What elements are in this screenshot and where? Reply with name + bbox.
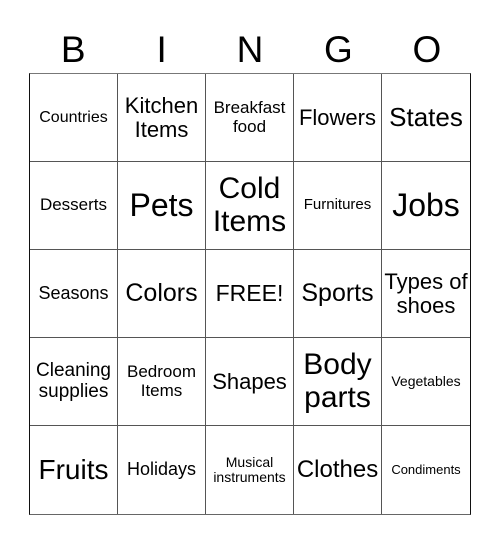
bingo-cell[interactable]: Cold Items bbox=[206, 162, 294, 250]
free-space[interactable]: FREE! bbox=[206, 250, 294, 338]
header-letter-g: G bbox=[324, 29, 353, 70]
header-letter-o: O bbox=[412, 29, 442, 70]
header-letter-b: B bbox=[60, 29, 86, 70]
bingo-cell[interactable]: Colors bbox=[118, 250, 206, 338]
bingo-cell[interactable]: Types of shoes bbox=[382, 250, 470, 338]
bingo-cell[interactable]: States bbox=[382, 74, 470, 162]
bingo-cell[interactable]: Bedroom Items bbox=[118, 338, 206, 426]
bingo-cell[interactable]: Countries bbox=[30, 74, 118, 162]
header-letter-n: N bbox=[236, 29, 264, 70]
bingo-cell[interactable]: Jobs bbox=[382, 162, 470, 250]
bingo-cell[interactable]: Breakfast food bbox=[206, 74, 294, 162]
bingo-cell[interactable]: Vegetables bbox=[382, 338, 470, 426]
bingo-cell[interactable]: Condiments bbox=[382, 426, 470, 514]
bingo-cell[interactable]: Flowers bbox=[294, 74, 382, 162]
header-letter-i: I bbox=[156, 29, 167, 70]
bingo-cell[interactable]: Seasons bbox=[30, 250, 118, 338]
bingo-cell[interactable]: Desserts bbox=[30, 162, 118, 250]
bingo-cell[interactable]: Cleaning supplies bbox=[30, 338, 118, 426]
bingo-cell[interactable]: Sports bbox=[294, 250, 382, 338]
bingo-header: B I N G O bbox=[29, 28, 471, 72]
bingo-cell[interactable]: Musical instruments bbox=[206, 426, 294, 514]
bingo-cell[interactable]: Holidays bbox=[118, 426, 206, 514]
bingo-cell[interactable]: Shapes bbox=[206, 338, 294, 426]
bingo-cell[interactable]: Clothes bbox=[294, 426, 382, 514]
bingo-cell[interactable]: Furnitures bbox=[294, 162, 382, 250]
bingo-cell[interactable]: Fruits bbox=[30, 426, 118, 514]
bingo-cell[interactable]: Pets bbox=[118, 162, 206, 250]
bingo-cell[interactable]: Body parts bbox=[294, 338, 382, 426]
bingo-grid: Countries Kitchen Items Breakfast food F… bbox=[29, 73, 471, 515]
bingo-cell[interactable]: Kitchen Items bbox=[118, 74, 206, 162]
